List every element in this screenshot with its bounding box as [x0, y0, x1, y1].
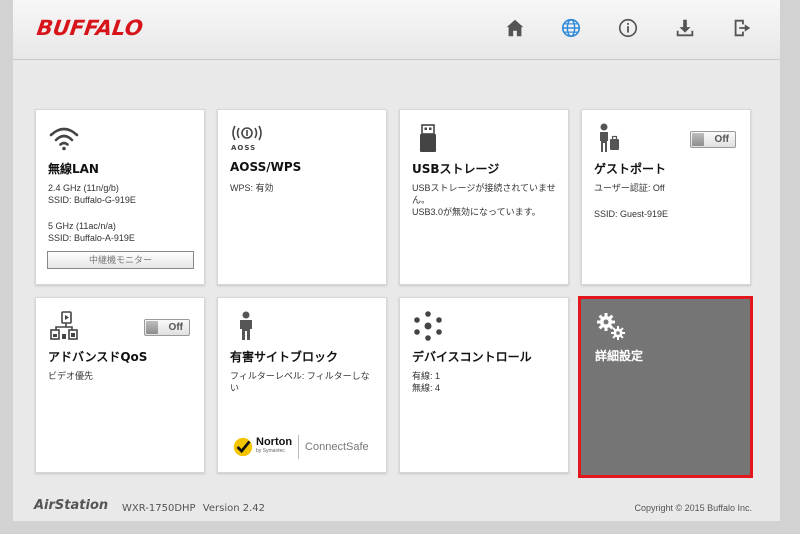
qos-priority: ビデオ優先	[48, 371, 94, 381]
qos-toggle[interactable]: Off	[144, 319, 190, 336]
home-icon[interactable]	[503, 16, 527, 40]
guest-port-toggle[interactable]: Off	[690, 131, 736, 148]
card-title: アドバンスドQoS	[48, 350, 148, 364]
band-24-label: 2.4 GHz (11n/g/b)	[48, 183, 119, 193]
download-icon[interactable]	[673, 16, 697, 40]
connectsafe-label: ConnectSafe	[305, 441, 369, 453]
logout-icon[interactable]	[730, 16, 754, 40]
logo-divider	[298, 435, 300, 459]
model-version: WXR-1750DHP Version 2.42	[122, 503, 265, 514]
header: BUFFALO	[13, 0, 780, 60]
user-auth-status: ユーザー認証: Off	[594, 183, 665, 193]
card-detail: USBストレージが接続されていません。 USB3.0が無効になっています。	[412, 182, 560, 218]
norton-sub-label: by Symantec	[256, 448, 285, 454]
toggle-knob	[146, 321, 158, 334]
buffalo-logo: BUFFALO	[35, 16, 145, 40]
info-icon[interactable]	[616, 16, 640, 40]
gears-icon	[595, 311, 627, 343]
wired-count: 有線: 1	[412, 371, 441, 381]
device-dots-icon	[412, 310, 444, 342]
child-person-icon	[230, 310, 262, 342]
card-detail: ユーザー認証: Off SSID: Guest-919E	[594, 182, 742, 220]
card-advanced-settings[interactable]: 詳細設定	[578, 296, 753, 478]
toggle-label: Off	[714, 134, 729, 145]
card-detail: ビデオ優先	[48, 370, 196, 382]
card-guest-port[interactable]: Off ゲストポート ユーザー認証: Off SSID: Guest-919E	[581, 109, 751, 285]
usb-icon	[412, 122, 444, 154]
norton-wordmark: Norton by Symantec	[256, 436, 293, 456]
norton-check-icon	[233, 437, 253, 457]
card-title: デバイスコントロール	[412, 350, 532, 364]
wifi-icon	[48, 122, 80, 154]
card-title: USBストレージ	[412, 162, 500, 176]
repeater-monitor-button[interactable]: 中継機モニター	[47, 251, 194, 269]
airstation-brand: AirStation	[34, 498, 109, 513]
guest-person-icon	[594, 122, 626, 154]
usb-status: USBストレージが接続されていません。	[412, 183, 556, 205]
toggle-label: Off	[168, 322, 183, 333]
card-detail: 有線: 1 無線: 4	[412, 370, 560, 394]
card-title: AOSS/WPS	[230, 160, 302, 174]
copyright: Copyright © 2015 Buffalo Inc.	[634, 503, 752, 513]
card-title: 無線LAN	[48, 162, 99, 176]
globe-icon[interactable]	[559, 16, 583, 40]
norton-label: Norton	[256, 436, 293, 448]
card-site-block[interactable]: 有害サイトブロック フィルターレベル: フィルターしない Norton by S…	[217, 297, 387, 473]
card-usb-storage[interactable]: USBストレージ USBストレージが接続されていません。 USB3.0が無効にな…	[399, 109, 569, 285]
card-wireless-lan[interactable]: 無線LAN 2.4 GHz (11n/g/b) SSID: Buffalo-G-…	[35, 109, 205, 285]
wps-status: WPS: 有効	[230, 183, 274, 193]
model-label: WXR-1750DHP	[122, 503, 196, 514]
usb3-status: USB3.0が無効になっています。	[412, 207, 541, 217]
card-detail: 2.4 GHz (11n/g/b) SSID: Buffalo-G-919E 5…	[48, 182, 196, 244]
card-advanced-qos[interactable]: Off アドバンスドQoS ビデオ優先	[35, 297, 205, 473]
card-device-control[interactable]: デバイスコントロール 有線: 1 無線: 4	[399, 297, 569, 473]
ssid-24-label: SSID: Buffalo-G-919E	[48, 195, 136, 205]
toggle-knob	[692, 133, 704, 146]
qos-icon	[48, 310, 80, 342]
band-5-label: 5 GHz (11ac/n/a)	[48, 221, 116, 231]
ssid-5-label: SSID: Buffalo-A-919E	[48, 233, 135, 243]
card-detail: WPS: 有効	[230, 182, 378, 194]
card-title: 詳細設定	[595, 349, 644, 363]
card-detail: フィルターレベル: フィルターしない	[230, 370, 378, 394]
wireless-count: 無線: 4	[412, 383, 441, 393]
aoss-icon-label: AOSS	[231, 144, 257, 152]
version-label: Version 2.42	[202, 503, 265, 514]
card-aoss-wps[interactable]: AOSS AOSS/WPS WPS: 有効	[217, 109, 387, 285]
card-title: 有害サイトブロック	[230, 350, 339, 364]
filter-level: フィルターレベル: フィルターしない	[230, 371, 370, 393]
guest-ssid: SSID: Guest-919E	[594, 209, 669, 219]
norton-connectsafe-logo: Norton by Symantec ConnectSafe	[232, 432, 376, 462]
card-title: ゲストポート	[594, 162, 667, 176]
